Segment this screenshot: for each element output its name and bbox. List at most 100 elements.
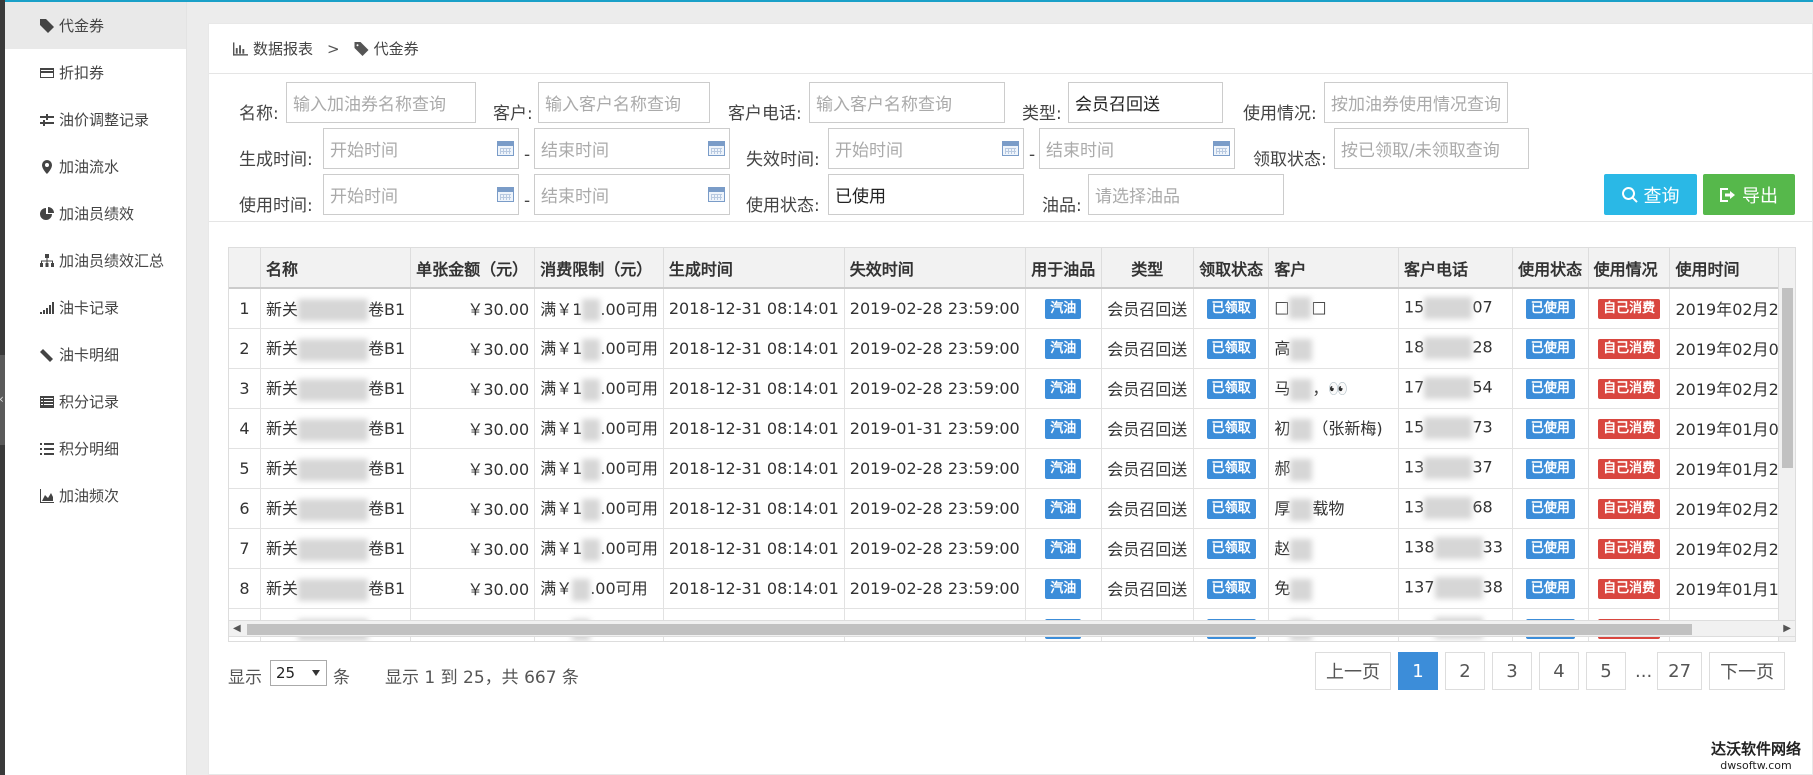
- amount: ￥30.00: [410, 408, 536, 449]
- phone-input[interactable]: 输入客户名称查询: [809, 82, 1005, 123]
- column-header[interactable]: 用于油品: [1025, 248, 1102, 289]
- table-row[interactable]: 2 新关 卷B1 ￥30.00 满￥1 .00可用 2018-12-31 08:14:01 2…: [229, 328, 1795, 369]
- column-header[interactable]: 领取状态: [1193, 248, 1270, 289]
- expire-start-input[interactable]: 开始时间: [828, 128, 1024, 169]
- text: 137: [1404, 577, 1435, 597]
- text: □: [1274, 297, 1290, 317]
- redacted-mask: [1434, 537, 1483, 559]
- amount: ￥30.00: [410, 528, 536, 569]
- created-time: 2018-12-31 08:14:01: [663, 408, 845, 449]
- column-header[interactable]: 名称: [260, 248, 412, 289]
- scroll-left-icon[interactable]: ◀: [233, 623, 241, 634]
- coupon-name: 新关 卷B1: [260, 288, 412, 329]
- table-row[interactable]: 5 新关 卷B1 ￥30.00 满￥1 .00可用 2018-12-31 08:14:01 2…: [229, 448, 1795, 489]
- table-row[interactable]: 1 新关 卷B1 ￥30.00 满￥1 .00可用 2018-12-31 08:14:01 2…: [229, 288, 1795, 329]
- sidebar-item-3[interactable]: 加油流水: [5, 143, 186, 190]
- table-row[interactable]: 3 新关 卷B1 ￥30.00 满￥1 .00可用 2018-12-31 08:14:01 2…: [229, 368, 1795, 409]
- used-time-label: 使用时间:: [239, 196, 313, 216]
- column-header[interactable]: [229, 248, 261, 289]
- claim-badge: 已领取: [1206, 499, 1256, 519]
- page-button-5[interactable]: 5: [1586, 652, 1626, 690]
- table-row[interactable]: 7 新关 卷B1 ￥30.00 满￥1 .00可用 2018-12-31 08:14:01 2…: [229, 528, 1795, 569]
- used-start-input[interactable]: 开始时间: [323, 174, 519, 215]
- use-status-select[interactable]: 已使用: [828, 174, 1024, 215]
- page-button-3[interactable]: 3: [1492, 652, 1532, 690]
- pagination: 上一页 1 2 3 4 5... 27 下一页: [1315, 652, 1792, 690]
- use-status: 已使用: [1512, 408, 1589, 449]
- calendar-icon[interactable]: [708, 141, 725, 156]
- text: 2019年02月26: [1675, 380, 1789, 399]
- oil-select[interactable]: 请选择油品: [1088, 174, 1284, 215]
- sidebar-item-5[interactable]: 加油员绩效汇总: [5, 237, 186, 284]
- usage-input[interactable]: 按加油券使用情况查询: [1324, 82, 1508, 123]
- breadcrumb-root[interactable]: 数据报表: [253, 38, 313, 59]
- calendar-icon[interactable]: [497, 141, 514, 156]
- text: 2018-12-31 08:14:01: [668, 578, 839, 598]
- sidebar-item-0[interactable]: 代金券: [5, 2, 186, 49]
- page-button-1[interactable]: 1: [1398, 652, 1438, 690]
- status-badge: 已使用: [1525, 579, 1575, 599]
- calendar-icon[interactable]: [1002, 141, 1019, 156]
- column-header[interactable]: 类型: [1101, 248, 1194, 289]
- scrollbar-thumb[interactable]: [247, 624, 1692, 635]
- sidebar-item-9[interactable]: 积分明细: [5, 425, 186, 472]
- list-alt-icon: [38, 393, 56, 411]
- created-start-input[interactable]: 开始时间: [323, 128, 519, 169]
- calendar-icon[interactable]: [708, 187, 725, 202]
- horizontal-scrollbar[interactable]: ◀ ▶: [228, 620, 1796, 637]
- main-panel: 数据报表 > 代金券 名称: 输入加油券名称查询 客户: 输入客户名称查询 客户…: [208, 23, 1813, 775]
- expire-end-input[interactable]: 结束时间: [1039, 128, 1235, 169]
- page-button-2[interactable]: 2: [1445, 652, 1485, 690]
- sidebar-item-label: 代金券: [59, 17, 105, 35]
- prev-page-button[interactable]: 上一页: [1315, 652, 1391, 690]
- claim-status: 已领取: [1193, 448, 1270, 489]
- column-header[interactable]: 生成时间: [663, 248, 845, 289]
- vertical-scrollbar[interactable]: [1778, 248, 1795, 641]
- table-row[interactable]: 8 新关 卷B1 ￥30.00 满￥ .00可用 2018-12-31 08:14:01 20…: [229, 568, 1795, 609]
- page-button-27[interactable]: 27: [1657, 652, 1703, 690]
- scroll-right-icon[interactable]: ▶: [1783, 623, 1791, 634]
- claim-status-input[interactable]: 按已领取/未领取查询: [1334, 128, 1529, 169]
- column-header[interactable]: 失效时间: [844, 248, 1026, 289]
- usage-badge: 自己消费: [1598, 339, 1661, 359]
- expire-time: 2019-02-28 23:59:00: [844, 528, 1026, 569]
- sidebar-item-label: 加油员绩效汇总: [59, 252, 165, 270]
- next-page-button[interactable]: 下一页: [1709, 652, 1786, 690]
- customer-input[interactable]: 输入客户名称查询: [538, 82, 710, 123]
- created-end-input[interactable]: 结束时间: [534, 128, 730, 169]
- query-button[interactable]: 查询: [1604, 174, 1697, 215]
- text: .00可用: [590, 579, 648, 599]
- page-size-select[interactable]: 25: [270, 660, 327, 686]
- export-button[interactable]: 导出: [1703, 174, 1795, 215]
- page-button-4[interactable]: 4: [1539, 652, 1579, 690]
- column-header[interactable]: 使用情况: [1588, 248, 1671, 289]
- table-row[interactable]: 6 新关 卷B1 ￥30.00 满￥1 .00可用 2018-12-31 08:14:01 2…: [229, 488, 1795, 529]
- sidebar-item-8[interactable]: 积分记录: [5, 378, 186, 425]
- sidebar-item-6[interactable]: 油卡记录: [5, 284, 186, 331]
- column-header[interactable]: 使用时间: [1669, 248, 1795, 289]
- scrollbar-thumb[interactable]: [1782, 288, 1793, 468]
- calendar-icon[interactable]: [497, 187, 514, 202]
- name-input[interactable]: 输入加油券名称查询: [286, 82, 476, 123]
- sidebar-item-label: 积分明细: [59, 440, 120, 458]
- type-select[interactable]: 会员召回送: [1068, 82, 1223, 123]
- sidebar-item-4[interactable]: 加油员绩效: [5, 190, 186, 237]
- sidebar-item-10[interactable]: 加油频次: [5, 472, 186, 519]
- ticket-icon: [38, 346, 56, 364]
- text: 13: [1404, 457, 1425, 477]
- column-header[interactable]: 单张金额（元）: [410, 248, 536, 289]
- used-end-input[interactable]: 结束时间: [534, 174, 730, 215]
- sidebar-item-2[interactable]: 油价调整记录: [5, 96, 186, 143]
- table-row[interactable]: 4 新关 卷B1 ￥30.00 满￥1 .00可用 2018-12-31 08:14:01 2…: [229, 408, 1795, 449]
- status-badge: 已使用: [1525, 499, 1575, 519]
- chevron-left-icon[interactable]: ‹: [0, 392, 4, 406]
- redacted-mask: [1290, 538, 1313, 561]
- calendar-icon[interactable]: [1213, 141, 1230, 156]
- sidebar-item-1[interactable]: 折扣券: [5, 49, 186, 96]
- column-header[interactable]: 消费限制（元）: [534, 248, 664, 289]
- column-header[interactable]: 客户电话: [1398, 248, 1514, 289]
- column-header[interactable]: 客户: [1268, 248, 1399, 289]
- text: 2018-12-31 08:14:01: [668, 538, 839, 558]
- column-header[interactable]: 使用状态: [1512, 248, 1589, 289]
- sidebar-item-7[interactable]: 油卡明细: [5, 331, 186, 378]
